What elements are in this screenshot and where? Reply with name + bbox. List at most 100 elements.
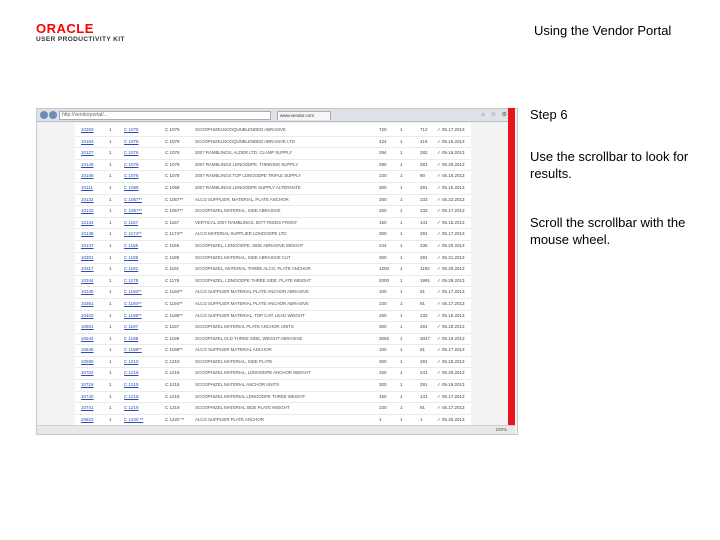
row-item-link[interactable]: C 1191 xyxy=(124,264,150,274)
browser-tool-icons[interactable]: ⌂ ☆ ⚙ xyxy=(481,111,509,118)
row-quantity: 150 xyxy=(379,393,387,399)
row-item-link[interactable]: C 1197 xyxy=(124,322,150,332)
table-row: 10718 1 C 1215 C 1215 SCOOPHIZEL MATERIAL AN… xyxy=(75,380,471,392)
row-item-code: C 1195** xyxy=(165,312,183,318)
row-item-link[interactable]: C 1178 xyxy=(124,276,150,286)
address-bar[interactable]: http://vendorportal/... xyxy=(59,111,271,120)
row-id-link[interactable]: 10132 xyxy=(81,195,103,205)
row-line-number: 1 xyxy=(109,161,112,167)
browser-tab[interactable]: www.vendor.com xyxy=(277,111,331,120)
row-item-link[interactable]: C 1210 xyxy=(124,357,150,367)
row-item-link[interactable]: C 1189 xyxy=(124,253,150,263)
row-id-link[interactable]: 10822 xyxy=(81,415,103,425)
row-received: 291 xyxy=(420,324,428,330)
row-item-code: C 1078 xyxy=(165,173,180,179)
row-line-number: 1 xyxy=(109,324,112,330)
row-id-link[interactable]: 10164 xyxy=(81,137,103,147)
row-date: 05.17.2013 xyxy=(442,300,465,306)
logo-brand: ORACLE xyxy=(36,21,94,36)
row-id-link[interactable]: 10263 xyxy=(81,125,103,135)
row-id-link[interactable]: 10137 xyxy=(81,241,103,251)
row-item-link[interactable]: C 1218 xyxy=(124,392,150,402)
row-id-link[interactable]: 10134 xyxy=(81,218,103,228)
row-item-link[interactable]: C 1057** xyxy=(124,206,150,216)
row-id-link[interactable]: 10158 xyxy=(81,171,103,181)
row-item-code: C 1075 xyxy=(165,127,180,132)
row-item-link[interactable]: C 1078 xyxy=(124,171,150,181)
row-unit: 1 xyxy=(400,196,403,202)
row-line-number: 1 xyxy=(109,266,112,272)
row-id-link[interactable]: 10741 xyxy=(81,403,103,413)
results-rows: 10263 1 C 1075 C 1075 SCOOPHIZELNOOQUNBLENDE… xyxy=(75,125,471,434)
row-item-link[interactable]: C 1075 xyxy=(124,125,150,135)
instruction-detail: Scroll the scrollbar with the mouse whee… xyxy=(530,215,686,247)
row-id-link[interactable]: 10133 xyxy=(81,206,103,216)
row-quantity: 100 xyxy=(379,300,387,306)
row-received: 1991 xyxy=(420,277,431,283)
row-item-link[interactable]: C 1079 xyxy=(124,160,150,170)
row-item-link[interactable]: C 1167 xyxy=(124,218,150,228)
row-item-code: C 1057** xyxy=(165,208,184,214)
zoom-level[interactable]: 100% xyxy=(495,427,507,432)
row-id-link[interactable]: 10301 xyxy=(81,253,103,263)
row-unit: 1 xyxy=(400,358,403,364)
row-id-link[interactable]: 10718 xyxy=(81,380,103,390)
row-id-link[interactable]: 10317 xyxy=(81,264,103,274)
row-id-link[interactable]: 10501 xyxy=(81,322,103,332)
row-unit: 1 xyxy=(400,242,403,248)
table-row: 10134 1 C 1167 C 1167 VERTICAL 2007 RAMBLING… xyxy=(75,218,471,230)
row-id-link[interactable]: 10127 xyxy=(81,148,103,158)
scrollbar-highlight[interactable] xyxy=(508,108,515,425)
row-date: 05.17.2013 xyxy=(442,289,465,295)
row-id-link[interactable]: 10690 xyxy=(81,357,103,367)
row-quantity: 3056 xyxy=(379,335,390,341)
row-id-link[interactable]: 10345 xyxy=(81,287,103,297)
row-item-link[interactable]: C 1198** xyxy=(124,345,150,355)
row-item-link[interactable]: C 1194** xyxy=(124,299,150,309)
row-item-code: C 1199 xyxy=(165,335,180,341)
row-item-link[interactable]: C 1076 xyxy=(124,148,150,158)
row-line-number: 1 xyxy=(109,416,112,422)
row-id-link[interactable]: 10740 xyxy=(81,392,103,402)
row-received: 91 xyxy=(420,289,426,295)
row-line-number: 1 xyxy=(109,196,112,202)
row-quantity: 150 xyxy=(379,219,387,225)
table-row: 10690 1 C 1210 C 1210 SCOOPHIZEL MATERIAL, S… xyxy=(75,357,471,369)
table-row: 10111 1 C 1058 C 1058 2007 RAMBLINGS LDNOODP… xyxy=(75,183,471,195)
row-date: 05.22.2013 xyxy=(442,196,465,202)
row-id-link[interactable]: 10646 xyxy=(81,345,103,355)
row-id-link[interactable]: 10138 xyxy=(81,229,103,239)
row-id-link[interactable]: 10544 xyxy=(81,334,103,344)
row-item-code: C 1215 xyxy=(165,382,180,388)
row-item-link[interactable]: C 1219 xyxy=(124,403,150,413)
row-id-link[interactable]: 10402 xyxy=(81,311,103,321)
row-item-link[interactable]: C 1058 xyxy=(124,183,150,193)
row-item-link[interactable]: C 1195** xyxy=(124,311,150,321)
row-id-link[interactable]: 10111 xyxy=(81,183,103,193)
row-date: 05.17.2013 xyxy=(442,347,465,353)
row-item-link[interactable]: C 1155 xyxy=(124,241,150,251)
row-item-link[interactable]: C 1057** xyxy=(124,195,150,205)
row-unit: 1 xyxy=(400,335,403,341)
row-quantity: 250 xyxy=(379,370,387,376)
row-quantity: 294 xyxy=(379,150,387,156)
row-date: 05.16.2013 xyxy=(442,312,465,318)
row-unit: 1 xyxy=(400,382,403,388)
row-item-link[interactable]: C 1216 xyxy=(124,368,150,378)
row-unit: 1 xyxy=(400,289,403,295)
row-item-code: C 1198** xyxy=(165,347,183,353)
back-icon[interactable] xyxy=(40,111,48,119)
row-item-link[interactable]: C 1215 xyxy=(124,380,150,390)
row-id-link[interactable]: 10351 xyxy=(81,299,103,309)
forward-icon[interactable] xyxy=(49,111,57,119)
row-item-link[interactable]: C 1220 ** xyxy=(124,415,150,425)
row-date: 05.20.2013 xyxy=(442,266,465,272)
row-item-link[interactable]: C 1199 xyxy=(124,334,150,344)
row-line-number: 1 xyxy=(109,173,112,179)
row-id-link[interactable]: 10145 xyxy=(81,160,103,170)
row-item-link[interactable]: C 1194** xyxy=(124,287,150,297)
row-id-link[interactable]: 10702 xyxy=(81,368,103,378)
row-item-link[interactable]: C 1174** xyxy=(124,229,150,239)
row-item-link[interactable]: C 1078 xyxy=(124,137,150,147)
row-id-link[interactable]: 10344 xyxy=(81,276,103,286)
